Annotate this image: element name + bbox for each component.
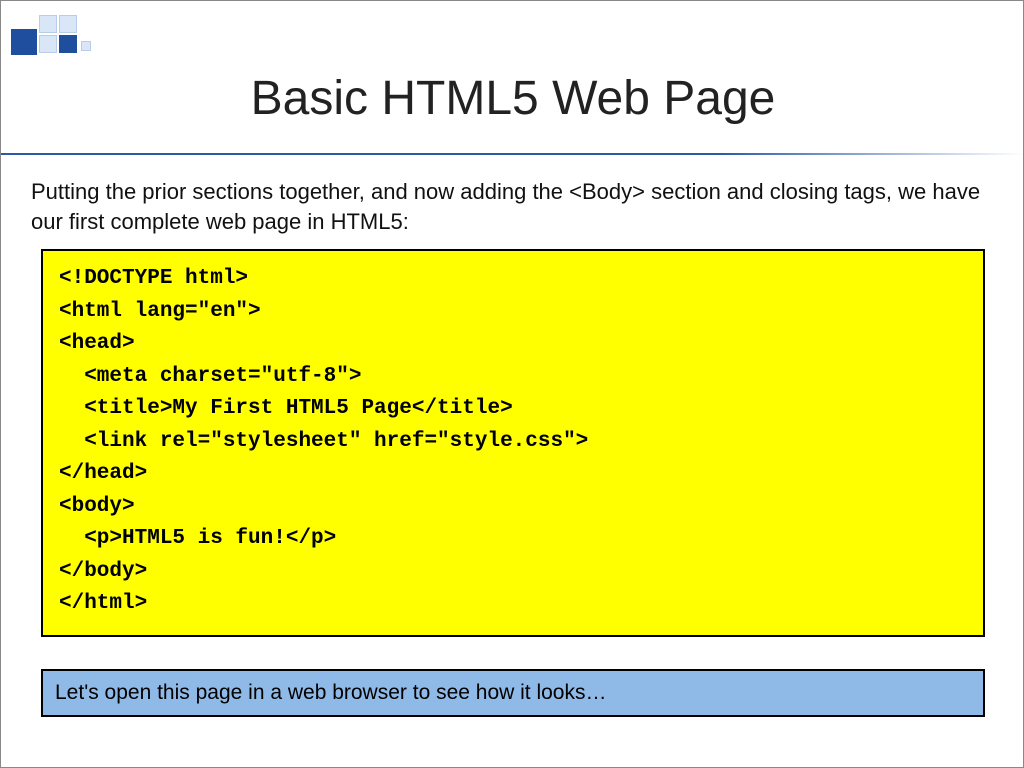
callout-text: Let's open this page in a web browser to… <box>55 681 607 704</box>
slide-title: Basic HTML5 Web Page <box>1 71 1024 126</box>
deco-square <box>81 41 91 51</box>
deco-square <box>39 15 57 33</box>
corner-decoration <box>11 11 111 71</box>
title-container: Basic HTML5 Web Page <box>1 71 1024 126</box>
intro-paragraph: Putting the prior sections together, and… <box>31 177 995 236</box>
code-example-box: <!DOCTYPE html> <html lang="en"> <head> … <box>41 249 985 637</box>
deco-square <box>39 35 57 53</box>
title-underline <box>1 153 1024 155</box>
slide: Basic HTML5 Web Page Putting the prior s… <box>0 0 1024 768</box>
deco-square <box>59 35 77 53</box>
deco-square <box>59 15 77 33</box>
deco-square <box>11 29 37 55</box>
callout-box: Let's open this page in a web browser to… <box>41 669 985 717</box>
